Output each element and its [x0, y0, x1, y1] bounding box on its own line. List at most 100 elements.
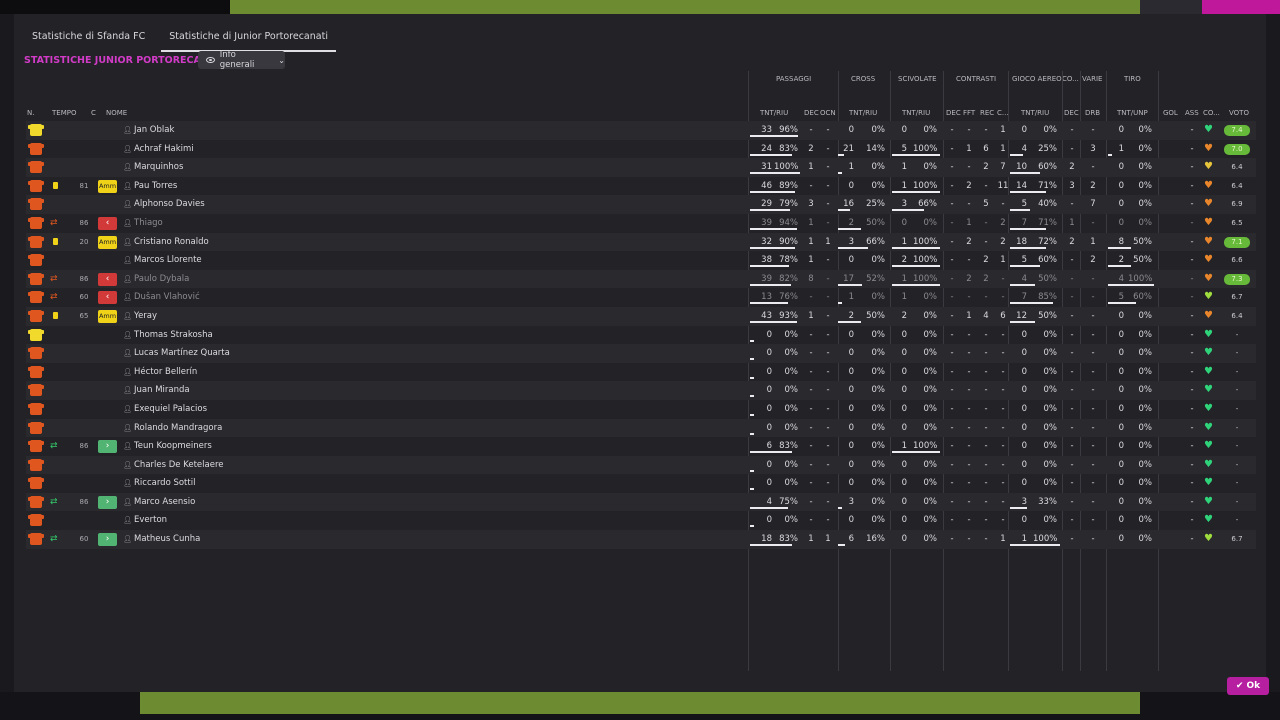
shots: 0 [1118, 125, 1124, 135]
player-name[interactable]: Matheus Cunha [134, 530, 200, 549]
table-row[interactable]: 👤︎ Exequiel Palacios 0 0% - -0 0% 0 0% - - - -0 0% - -0… [26, 400, 1256, 419]
table-row[interactable]: 👤︎ Rolando Mandragora 0 0% - -0 0% 0 0% - - - -0 0% - -… [26, 418, 1256, 438]
table-row[interactable]: 👤︎ Riccardo Sottil 0 0% - -0 0% 0 0% - - - -0 0% - -0 0%… [26, 474, 1256, 493]
condition-heart-icon: ♥ [1204, 272, 1213, 284]
col-pass-ocn[interactable]: OCN [820, 109, 836, 117]
col-co-dec[interactable]: DEC [1064, 109, 1079, 117]
col-n[interactable]: N. [27, 109, 34, 117]
col-tiro-tnt[interactable]: TNT/UNP [1117, 109, 1148, 117]
col-contr-fft[interactable]: FFT [963, 109, 975, 117]
dribbles: - [1091, 125, 1095, 135]
co-dec: - [1070, 273, 1074, 284]
player-name[interactable]: Rolando Mandragora [134, 419, 222, 438]
player-name[interactable]: Cristiano Ronaldo [134, 233, 209, 252]
table-row[interactable]: 81 Amm 👤︎ Pau Torres 46 89% - -0 0% 1 100% -2-11 14 7… [26, 177, 1256, 196]
col-pass-dec[interactable]: DEC [804, 109, 819, 117]
co-dec: - [1070, 366, 1074, 377]
table-row[interactable]: 👤︎ Thomas Strakosha 0 0% - -0 0% 0 0% - - - -0 0% - -0 0… [26, 326, 1256, 345]
col-sciv-tnt[interactable]: TNT/RIU [902, 109, 930, 117]
table-row[interactable]: 20 Amm 👤︎ Cristiano Ronaldo 32 90% 1 1 3 66% 1 100%… [26, 232, 1256, 252]
table-row[interactable]: 👤︎ Héctor Bellerín 0 0% - -0 0% 0 0% - - - -0 0% - -0 0%… [26, 363, 1256, 382]
col-aereo-tnt[interactable]: TNT/RIU [1021, 109, 1049, 117]
table-row[interactable]: ⇄ 86 ‹ 👤︎ Paulo Dybala 39 82% 8-17 52% 1 100% -2 2-4… [26, 269, 1256, 289]
minute: 60 [79, 535, 89, 544]
player-name[interactable]: Dušan Vlahović [134, 288, 200, 307]
duel-rec: - [984, 292, 988, 303]
col-nome[interactable]: NOME [106, 109, 127, 117]
table-row[interactable]: ⇄ 60 ‹ 👤︎ Dušan Vlahović 13 76% - -1 0% 1 0% - - - -7 85… [26, 288, 1256, 307]
player-name[interactable]: Teun Koopmeiners [134, 437, 212, 456]
person-icon: 👤︎ [123, 535, 132, 544]
tackle-bar [892, 153, 940, 156]
tab-sfanda-stats[interactable]: Statistiche di Sfanda FC [32, 31, 153, 52]
ok-button[interactable]: ✔ Ok [1227, 677, 1269, 695]
yellow-card-icon [53, 237, 58, 245]
view-dropdown[interactable]: Info generali ⌄ [198, 50, 285, 70]
col-cross-tnt[interactable]: TNT/RIU [849, 109, 877, 117]
player-name[interactable]: Thomas Strakosha [134, 326, 213, 345]
col-contr-dec[interactable]: DEC [946, 109, 961, 117]
col-pass-tnt[interactable]: TNT/RIU [760, 109, 788, 117]
table-row[interactable]: 👤︎ Jan Oblak 33 96% - -0 0% 0 0% - - -1 0 0% - -0 0% - ♥ 7.… [26, 121, 1256, 140]
player-name[interactable]: Jan Oblak [134, 121, 174, 140]
player-name[interactable]: Pau Torres [134, 177, 177, 196]
col-varie-drb[interactable]: DRB [1085, 109, 1100, 117]
player-name[interactable]: Lucas Martínez Quarta [134, 344, 230, 363]
cross-percentage: 0% [871, 162, 886, 173]
col-ass[interactable]: ASS [1185, 109, 1199, 117]
player-name[interactable]: Exequiel Palacios [134, 400, 207, 419]
match-rating: - [1235, 404, 1239, 413]
cross-bar [838, 302, 842, 305]
col-voto[interactable]: VOTO [1229, 109, 1249, 117]
player-name[interactable]: Everton [134, 511, 167, 530]
table-row[interactable]: ⇄ 60 › 👤︎ Matheus Cunha 18 83% 1 1 6 16% 0 0% - - -1 1 10… [26, 530, 1256, 549]
duel-dec: - [950, 348, 954, 359]
table-row[interactable]: 👤︎ Everton 0 0% - -0 0% 0 0% - - - -0 0% - -0 0% - ♥ - [26, 511, 1256, 530]
dribbles: - [1091, 366, 1095, 377]
player-name[interactable]: Juan Miranda [134, 381, 190, 400]
player-name[interactable]: Marcos Llorente [134, 251, 202, 270]
player-name[interactable]: Héctor Bellerín [134, 363, 197, 382]
col-co2[interactable]: CO... [1203, 109, 1220, 117]
player-name[interactable]: Marco Asensio [134, 493, 195, 512]
shots-on-target-percentage: 0% [1138, 217, 1153, 228]
duel-fft: - [967, 515, 971, 526]
player-name[interactable]: Charles De Ketelaere [134, 456, 224, 475]
player-name[interactable]: Thiago [134, 214, 163, 233]
assists: - [1190, 143, 1194, 154]
player-name[interactable]: Alphonso Davies [134, 195, 205, 214]
player-name[interactable]: Riccardo Sottil [134, 474, 195, 493]
table-row[interactable]: 👤︎ Achraf Hakimi 24 83% 2-21 14% 5 100% -1 6 1 4 25%… [26, 140, 1256, 159]
table-row[interactable]: 👤︎ Marcos Llorente 38 78% 1-0 0% 2 100% - -2 1 5 60%… [26, 251, 1256, 270]
duel-fft: - [967, 534, 971, 545]
aerial-percentage: 50% [1038, 273, 1057, 284]
duel-dec: - [950, 180, 954, 191]
person-icon: 👤︎ [123, 311, 132, 320]
table-row[interactable]: ⇄ 86 ‹ 👤︎ Thiago 39 94% 1-2 50% 0 0% -1-2 7 71% 1-0 0% -… [26, 214, 1256, 233]
pass-decisive: 1 [808, 236, 814, 247]
cross-attempted: 0 [848, 180, 854, 191]
table-row[interactable]: ⇄ 86 › 👤︎ Teun Koopmeiners 6 83% - -0 0% 1 100% - - - -… [26, 437, 1256, 456]
condition-heart-icon: ♥ [1204, 179, 1213, 191]
tab-junior-stats[interactable]: Statistiche di Junior Portorecanati [161, 31, 336, 52]
table-row[interactable]: 65 Amm 👤︎ Yeray 43 93% 1-2 50% 2 0% -1 4 6 12 50% - -0 0%… [26, 306, 1256, 326]
col-contr-c[interactable]: C... [997, 109, 1009, 117]
table-row[interactable]: 👤︎ Lucas Martínez Quarta 0 0% - -0 0% 0 0% - - - -0 0… [26, 344, 1256, 363]
col-gol[interactable]: GOL [1163, 109, 1178, 117]
table-row[interactable]: 👤︎ Alphonso Davies 29 79% 3-16 25% 3 66% - -5-5 40… [26, 195, 1256, 214]
table-row[interactable]: 👤︎ Marquinhos 31 100% 1-1 0% 1 0% - -2 7 10 60% 2-0 0%… [26, 158, 1256, 177]
player-name[interactable]: Yeray [134, 307, 157, 326]
col-tempo[interactable]: TEMPO [52, 109, 76, 117]
condition-heart-icon: ♥ [1204, 495, 1213, 507]
player-name[interactable]: Marquinhos [134, 158, 183, 177]
player-name[interactable]: Achraf Hakimi [134, 140, 194, 159]
col-c[interactable]: C [91, 109, 96, 117]
dribbles: - [1091, 348, 1095, 359]
pass-percentage: 0% [784, 459, 799, 470]
table-row[interactable]: 👤︎ Juan Miranda 0 0% - -0 0% 0 0% - - - -0 0% - -0 0% - ♥ - [26, 381, 1256, 400]
player-name[interactable]: Paulo Dybala [134, 270, 189, 289]
col-contr-rec[interactable]: REC [980, 109, 994, 117]
table-row[interactable]: 👤︎ Charles De Ketelaere 0 0% - -0 0% 0 0% - - - -0 0%… [26, 455, 1256, 475]
table-row[interactable]: ⇄ 86 › 👤︎ Marco Asensio 4 75% - -3 0% 0 0% - - - -3 33% -… [26, 492, 1256, 512]
pass-attempted: 0 [766, 329, 772, 340]
